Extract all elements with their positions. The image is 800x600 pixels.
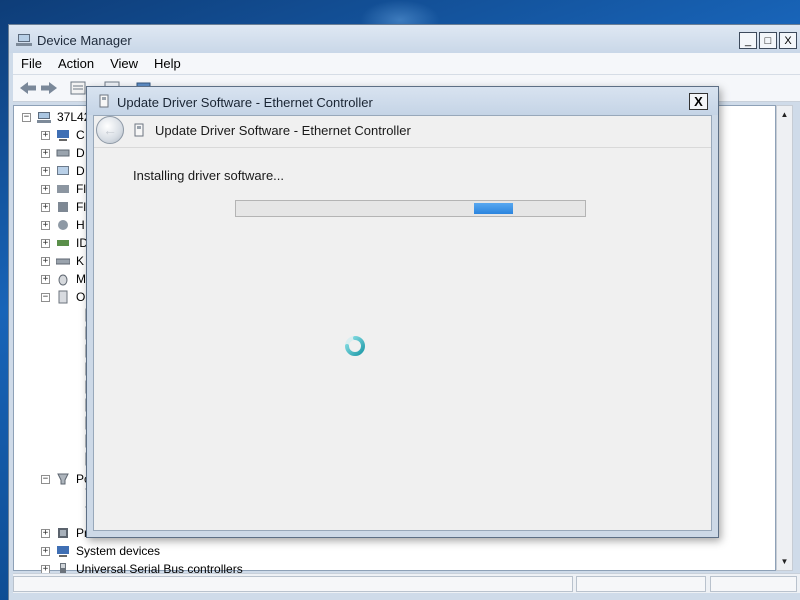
install-progress-bar xyxy=(235,200,586,217)
expand-icon[interactable]: + xyxy=(41,184,50,194)
dialog-body: ← Update Driver Software - Ethernet Cont… xyxy=(93,115,712,531)
display-adapter-icon xyxy=(57,166,69,175)
tree-item[interactable]: + K xyxy=(41,252,84,270)
keyboard-icon xyxy=(56,258,70,265)
vertical-scrollbar[interactable]: ▲ ▼ xyxy=(776,105,793,571)
dialog-close-button[interactable]: X xyxy=(689,93,708,110)
expand-icon[interactable]: + xyxy=(41,274,50,284)
expand-icon[interactable]: + xyxy=(41,202,50,212)
expand-icon[interactable]: + xyxy=(41,238,50,248)
tree-item[interactable]: − Pc xyxy=(41,470,90,488)
minimize-button[interactable]: _ xyxy=(739,32,757,49)
tree-item[interactable]: + Pr xyxy=(41,524,88,542)
tree-root[interactable]: − 37L42 xyxy=(22,108,90,126)
scroll-down-icon[interactable]: ▼ xyxy=(777,554,792,569)
floppy-controller-icon xyxy=(58,202,68,212)
expand-icon[interactable]: + xyxy=(41,256,50,266)
tree-item-label: C xyxy=(76,128,85,142)
tree-item[interactable]: − O xyxy=(41,288,85,306)
tree-item[interactable]: + ID xyxy=(41,234,88,252)
close-button[interactable]: X xyxy=(779,32,797,49)
status-cell xyxy=(13,576,573,592)
back-button[interactable]: ← xyxy=(96,116,124,144)
collapse-icon[interactable]: − xyxy=(22,112,31,122)
computer-icon xyxy=(57,130,69,141)
tree-item-label: Fl xyxy=(76,182,86,196)
dialog-titlebar[interactable]: Update Driver Software - Ethernet Contro… xyxy=(87,87,718,115)
expand-icon[interactable]: + xyxy=(41,166,50,176)
tree-item-label: K xyxy=(76,254,85,268)
busy-spinner-icon xyxy=(345,336,365,356)
window-frame-bottom xyxy=(9,593,800,600)
status-cell xyxy=(576,576,706,592)
progress-marquee-fill xyxy=(474,203,513,214)
collapse-icon[interactable]: − xyxy=(41,474,50,484)
computer-icon xyxy=(37,112,51,123)
properties-icon[interactable] xyxy=(69,80,87,96)
menu-bar: File Action View Help xyxy=(13,53,800,75)
menu-file[interactable]: File xyxy=(13,53,50,75)
expand-icon[interactable]: + xyxy=(41,528,50,538)
device-icon xyxy=(134,123,144,137)
pci-device-icon xyxy=(57,473,69,485)
wizard-header: ← Update Driver Software - Ethernet Cont… xyxy=(94,116,711,148)
menu-view[interactable]: View xyxy=(102,53,146,75)
tree-item[interactable]: + D xyxy=(41,162,85,180)
ide-controller-icon xyxy=(57,240,69,246)
forward-arrow-icon[interactable] xyxy=(40,80,58,96)
floppy-icon xyxy=(57,185,69,193)
system-devices-icon xyxy=(57,546,69,557)
tree-item-label: D xyxy=(76,164,85,178)
wizard-header-title: Update Driver Software - Ethernet Contro… xyxy=(155,123,411,138)
collapse-icon[interactable]: − xyxy=(41,292,50,302)
tree-item[interactable]: + Fl xyxy=(41,180,86,198)
tree-item[interactable]: + System devices xyxy=(41,542,160,560)
maximize-button[interactable]: □ xyxy=(759,32,777,49)
device-manager-icon xyxy=(16,34,32,46)
scroll-up-icon[interactable]: ▲ xyxy=(777,107,792,122)
dialog-title: Update Driver Software - Ethernet Contro… xyxy=(117,95,373,110)
tree-item-label: M xyxy=(76,272,86,286)
update-driver-dialog: Update Driver Software - Ethernet Contro… xyxy=(86,86,719,538)
back-arrow-icon[interactable] xyxy=(19,80,37,96)
expand-icon[interactable]: + xyxy=(41,130,50,140)
tree-item[interactable]: + D xyxy=(41,144,85,162)
tree-item[interactable]: + M xyxy=(41,270,86,288)
tree-item-label: System devices xyxy=(76,544,161,558)
processor-icon xyxy=(58,528,68,538)
other-devices-icon xyxy=(58,290,68,304)
tree-item-label: O xyxy=(76,290,86,304)
menu-help[interactable]: Help xyxy=(146,53,189,75)
device-manager-titlebar[interactable]: Device Manager _ □ X xyxy=(9,25,800,53)
tree-item[interactable]: + Fl xyxy=(41,198,86,216)
expand-icon[interactable]: + xyxy=(41,148,50,158)
install-status-text: Installing driver software... xyxy=(133,168,285,183)
tree-item-label: Fl xyxy=(76,200,86,214)
tree-item-label: D xyxy=(76,146,85,160)
window-title: Device Manager xyxy=(37,33,132,48)
expand-icon[interactable]: + xyxy=(41,220,50,230)
tree-item[interactable]: + C xyxy=(41,126,85,144)
disk-drive-icon xyxy=(56,149,70,157)
tree-item[interactable]: + H xyxy=(41,216,85,234)
menu-action[interactable]: Action xyxy=(50,53,102,75)
status-cell xyxy=(710,576,797,592)
hid-icon xyxy=(58,220,68,230)
back-arrow-icon: ← xyxy=(103,122,117,138)
mouse-icon xyxy=(58,274,68,286)
tree-item-label: H xyxy=(76,218,85,232)
expand-icon[interactable]: + xyxy=(41,546,50,556)
status-bar xyxy=(13,573,800,593)
device-icon xyxy=(99,94,109,108)
